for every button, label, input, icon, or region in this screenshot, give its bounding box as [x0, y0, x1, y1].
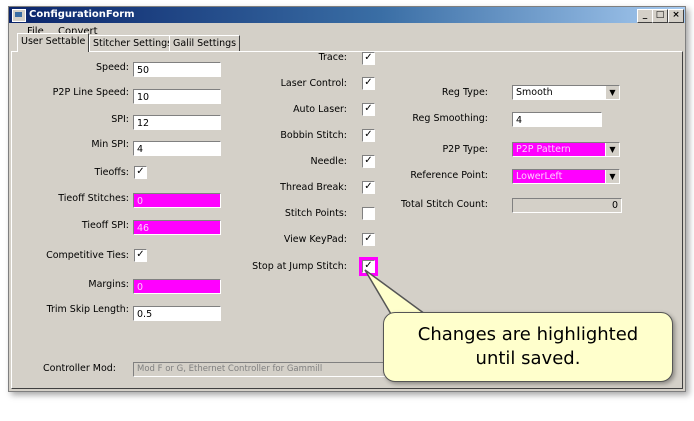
- p2p-type-label: P2P Type:: [442, 144, 488, 155]
- auto-laser-label: Auto Laser:: [293, 104, 347, 115]
- needle-label: Needle:: [310, 156, 347, 167]
- chevron-down-icon[interactable]: ▼: [605, 143, 619, 156]
- stop-at-jump-stitch-label: Stop at Jump Stitch:: [252, 261, 347, 272]
- reference-point-select[interactable]: LowerLeft ▼: [512, 169, 620, 184]
- tieoffs-label: Tieoffs:: [94, 167, 129, 178]
- tieoff-spi-input[interactable]: 46: [133, 220, 221, 235]
- speed-input[interactable]: 50: [133, 62, 221, 77]
- trace-checkbox[interactable]: ✓: [362, 52, 375, 65]
- title-bar: ConfigurationForm _ □ ×: [9, 7, 685, 23]
- margins-label: Margins:: [88, 279, 129, 290]
- view-keypad-label: View KeyPad:: [283, 234, 347, 245]
- laser-control-checkbox[interactable]: ✓: [362, 77, 375, 90]
- tieoff-stitches-input[interactable]: 0: [133, 193, 221, 208]
- stitch-points-checkbox[interactable]: [362, 207, 375, 220]
- callout-line-2: until saved.: [475, 348, 581, 369]
- p2p-type-value: P2P Pattern: [516, 144, 571, 155]
- needle-checkbox[interactable]: ✓: [362, 155, 375, 168]
- auto-laser-checkbox[interactable]: ✓: [362, 103, 375, 116]
- controller-mod-label: Controller Mod:: [43, 363, 116, 374]
- reg-type-select[interactable]: Smooth ▼: [512, 85, 620, 100]
- tab-user-settable[interactable]: User Settable: [17, 33, 90, 52]
- reg-type-label: Reg Type:: [441, 87, 488, 98]
- reg-type-value: Smooth: [516, 87, 553, 98]
- window-title: ConfigurationForm: [29, 9, 135, 20]
- p2p-line-speed-input[interactable]: 10: [133, 89, 221, 104]
- p2p-line-speed-label: P2P Line Speed:: [52, 87, 129, 98]
- callout-note: Changes are highlighted until saved.: [383, 312, 673, 382]
- tab-galil-settings[interactable]: Galil Settings: [169, 35, 241, 51]
- reg-smoothing-input[interactable]: 4: [512, 112, 602, 127]
- spi-label: SPI:: [111, 114, 129, 125]
- maximize-button[interactable]: □: [652, 9, 668, 23]
- speed-label: Speed:: [96, 62, 129, 73]
- laser-control-label: Laser Control:: [280, 78, 347, 89]
- min-spi-label: Min SPI:: [91, 139, 129, 150]
- competitive-ties-checkbox[interactable]: ✓: [134, 249, 147, 262]
- margins-input[interactable]: 0: [133, 279, 221, 294]
- thread-break-checkbox[interactable]: ✓: [362, 181, 375, 194]
- tieoff-stitches-label: Tieoff Stitches:: [58, 193, 129, 204]
- tieoffs-checkbox[interactable]: ✓: [134, 166, 147, 179]
- chevron-down-icon[interactable]: ▼: [605, 86, 619, 99]
- bobbin-stitch-label: Bobbin Stitch:: [280, 130, 347, 141]
- chevron-down-icon[interactable]: ▼: [605, 170, 619, 183]
- tab-stitcher-settings[interactable]: Stitcher Settings: [89, 35, 177, 51]
- bobbin-stitch-checkbox[interactable]: ✓: [362, 129, 375, 142]
- spi-input[interactable]: 12: [133, 115, 221, 130]
- trim-skip-length-input[interactable]: 0.5: [133, 306, 221, 321]
- app-icon: [12, 9, 26, 22]
- competitive-ties-label: Competitive Ties:: [46, 250, 129, 261]
- minimize-button[interactable]: _: [637, 9, 653, 23]
- trace-label: Trace:: [318, 52, 347, 63]
- reference-point-value: LowerLeft: [516, 171, 563, 182]
- total-stitch-count-field: 0: [512, 198, 622, 213]
- thread-break-label: Thread Break:: [280, 182, 347, 193]
- callout-line-1: Changes are highlighted: [417, 324, 639, 345]
- trim-skip-length-label: Trim Skip Length:: [46, 304, 129, 315]
- close-button[interactable]: ×: [668, 9, 684, 23]
- view-keypad-checkbox[interactable]: ✓: [362, 233, 375, 246]
- stitch-points-label: Stitch Points:: [284, 208, 347, 219]
- total-stitch-count-label: Total Stitch Count:: [400, 199, 488, 210]
- tieoff-spi-label: Tieoff SPI:: [81, 220, 129, 231]
- reg-smoothing-label: Reg Smoothing:: [412, 113, 488, 124]
- p2p-type-select[interactable]: P2P Pattern ▼: [512, 142, 620, 157]
- min-spi-input[interactable]: 4: [133, 141, 221, 156]
- reference-point-label: Reference Point:: [410, 170, 488, 181]
